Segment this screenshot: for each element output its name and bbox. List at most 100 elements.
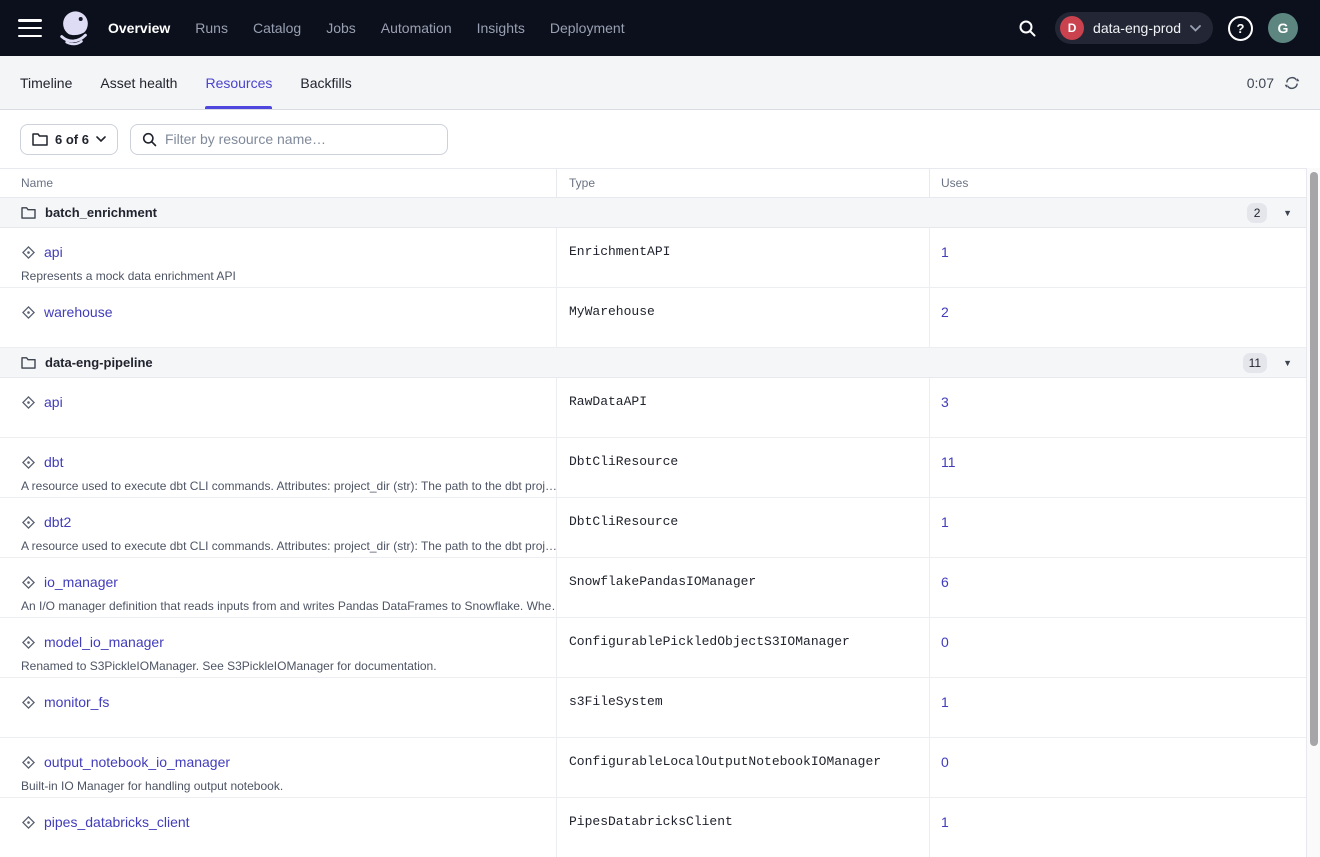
nav-item-insights[interactable]: Insights <box>477 20 525 36</box>
resource-link[interactable]: pipes_databricks_client <box>44 814 190 830</box>
folder-icon <box>21 206 36 219</box>
resource-link[interactable]: api <box>44 394 63 410</box>
user-avatar[interactable]: G <box>1268 13 1298 43</box>
uses-count-link[interactable]: 11 <box>941 454 956 470</box>
deployment-switcher[interactable]: D data-eng-prod <box>1055 12 1213 44</box>
resource-icon <box>21 245 36 260</box>
uses-count-link[interactable]: 1 <box>941 814 949 830</box>
global-search-icon[interactable] <box>1014 15 1040 41</box>
deployment-name: data-eng-prod <box>1093 20 1181 36</box>
folder-icon <box>21 356 36 369</box>
table-row: output_notebook_io_manager Built-in IO M… <box>0 738 1306 798</box>
resource-type: EnrichmentAPI <box>557 228 930 287</box>
resource-filter-input[interactable] <box>165 131 436 147</box>
resource-link[interactable]: model_io_manager <box>44 634 164 650</box>
table-header: Name Type Uses <box>0 169 1306 198</box>
uses-count-link[interactable]: 1 <box>941 244 949 260</box>
table-row: pipes_databricks_client PipesDatabricksC… <box>0 798 1306 857</box>
resource-description: Represents a mock data enrichment API <box>21 269 556 283</box>
group-count-badge: 11 <box>1243 353 1267 373</box>
resource-link[interactable]: dbt2 <box>44 514 71 530</box>
resource-icon <box>21 395 36 410</box>
table-row: dbt A resource used to execute dbt CLI c… <box>0 438 1306 498</box>
resource-type: ConfigurableLocalOutputNotebookIOManager <box>557 738 930 797</box>
resource-description: Built-in IO Manager for handling output … <box>21 779 556 793</box>
nav-item-runs[interactable]: Runs <box>195 20 228 36</box>
resources-toolbar: 6 of 6 <box>0 110 1320 168</box>
table-row: monitor_fs s3FileSystem 1 <box>0 678 1306 738</box>
resource-link[interactable]: output_notebook_io_manager <box>44 754 230 770</box>
resources-table: Name Type Uses batch_enrichment 2 ▼ api … <box>0 168 1307 857</box>
resource-link[interactable]: dbt <box>44 454 63 470</box>
table-row: io_manager An I/O manager definition tha… <box>0 558 1306 618</box>
resource-filter-field <box>130 124 448 155</box>
resource-type: DbtCliResource <box>557 438 930 497</box>
deployment-badge: D <box>1060 16 1084 40</box>
uses-count-link[interactable]: 2 <box>941 304 949 320</box>
primary-nav: Overview Runs Catalog Jobs Automation In… <box>108 20 625 36</box>
uses-count-link[interactable]: 3 <box>941 394 949 410</box>
table-row: dbt2 A resource used to execute dbt CLI … <box>0 498 1306 558</box>
uses-count-link[interactable]: 0 <box>941 754 949 770</box>
resource-type: PipesDatabricksClient <box>557 798 930 857</box>
vertical-scrollbar[interactable] <box>1307 168 1320 857</box>
resource-link[interactable]: monitor_fs <box>44 694 109 710</box>
help-icon[interactable]: ? <box>1228 16 1253 41</box>
resource-description: Renamed to S3PickleIOManager. See S3Pick… <box>21 659 556 673</box>
dagster-logo-icon <box>56 8 94 48</box>
refresh-icon[interactable] <box>1284 75 1300 91</box>
code-location-filter-label: 6 of 6 <box>55 132 89 147</box>
resource-icon <box>21 305 36 320</box>
nav-item-catalog[interactable]: Catalog <box>253 20 301 36</box>
tab-resources[interactable]: Resources <box>205 56 272 109</box>
resource-type: MyWarehouse <box>557 288 930 347</box>
top-navigation-bar: Overview Runs Catalog Jobs Automation In… <box>0 0 1320 56</box>
resource-description: A resource used to execute dbt CLI comma… <box>21 479 556 493</box>
group-row-batch-enrichment[interactable]: batch_enrichment 2 ▼ <box>0 198 1306 228</box>
resource-description: An I/O manager definition that reads inp… <box>21 599 556 613</box>
column-header-name: Name <box>0 169 557 197</box>
resource-icon <box>21 575 36 590</box>
code-location-filter-dropdown[interactable]: 6 of 6 <box>20 124 118 155</box>
resource-link[interactable]: api <box>44 244 63 260</box>
tab-asset-health[interactable]: Asset health <box>100 56 177 109</box>
uses-count-link[interactable]: 6 <box>941 574 949 590</box>
group-row-data-eng-pipeline[interactable]: data-eng-pipeline 11 ▼ <box>0 348 1306 378</box>
column-header-type: Type <box>557 169 930 197</box>
nav-item-automation[interactable]: Automation <box>381 20 452 36</box>
nav-item-deployment[interactable]: Deployment <box>550 20 625 36</box>
resource-icon <box>21 815 36 830</box>
uses-count-link[interactable]: 1 <box>941 694 949 710</box>
resource-type: DbtCliResource <box>557 498 930 557</box>
column-header-uses: Uses <box>930 169 1306 197</box>
uses-count-link[interactable]: 0 <box>941 634 949 650</box>
table-row: model_io_manager Renamed to S3PickleIOMa… <box>0 618 1306 678</box>
resource-type: SnowflakePandasIOManager <box>557 558 930 617</box>
overview-tabbar: Timeline Asset health Resources Backfill… <box>0 56 1320 110</box>
collapse-caret-icon[interactable]: ▼ <box>1283 358 1292 368</box>
table-row: warehouse MyWarehouse 2 <box>0 288 1306 348</box>
group-count-badge: 2 <box>1247 203 1267 223</box>
collapse-caret-icon[interactable]: ▼ <box>1283 208 1292 218</box>
uses-count-link[interactable]: 1 <box>941 514 949 530</box>
chevron-down-icon <box>1190 25 1201 32</box>
resource-icon <box>21 695 36 710</box>
tab-backfills[interactable]: Backfills <box>300 56 351 109</box>
folder-icon <box>32 132 48 146</box>
group-name: batch_enrichment <box>45 205 157 220</box>
resource-icon <box>21 755 36 770</box>
nav-item-jobs[interactable]: Jobs <box>326 20 356 36</box>
group-name: data-eng-pipeline <box>45 355 153 370</box>
resource-type: RawDataAPI <box>557 378 930 437</box>
refresh-countdown: 0:07 <box>1247 75 1274 91</box>
resource-link[interactable]: io_manager <box>44 574 118 590</box>
table-row: api RawDataAPI 3 <box>0 378 1306 438</box>
scrollbar-thumb[interactable] <box>1310 172 1318 746</box>
resource-icon <box>21 455 36 470</box>
menu-icon[interactable] <box>18 19 42 37</box>
nav-item-overview[interactable]: Overview <box>108 20 170 36</box>
tab-timeline[interactable]: Timeline <box>20 56 72 109</box>
table-row: api Represents a mock data enrichment AP… <box>0 228 1306 288</box>
resource-type: ConfigurablePickledObjectS3IOManager <box>557 618 930 677</box>
resource-link[interactable]: warehouse <box>44 304 113 320</box>
